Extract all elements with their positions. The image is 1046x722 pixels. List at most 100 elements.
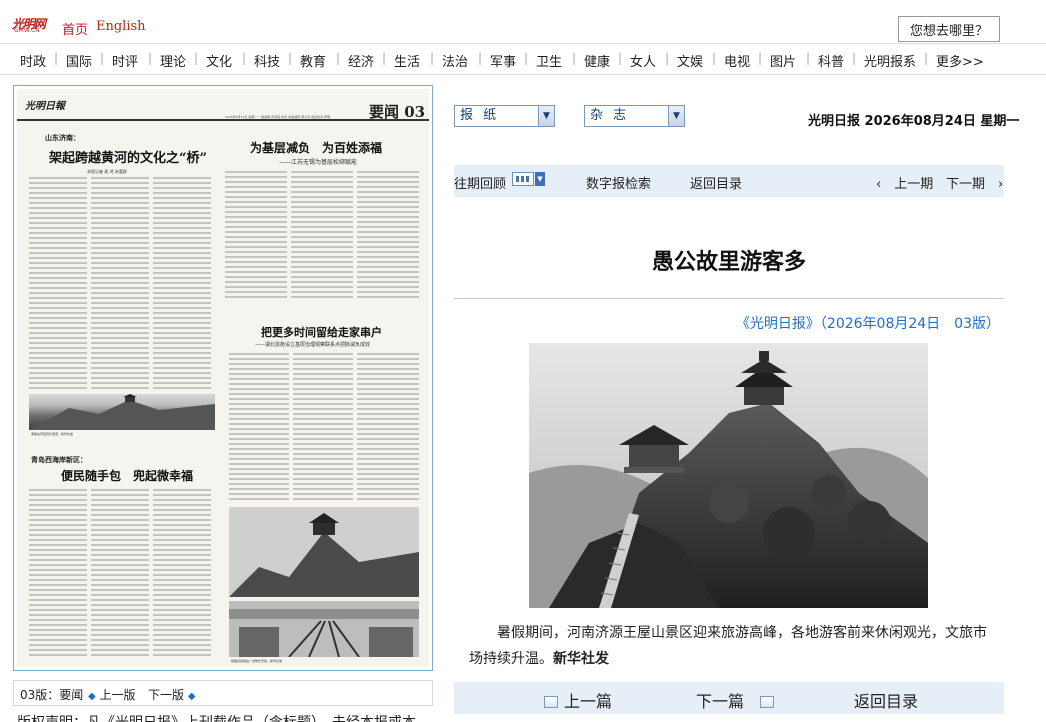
prev-issue-link[interactable]: ‹ 上一期 [876, 173, 933, 192]
nav-separator: | [100, 51, 105, 65]
logo-sub: GMW.CN [14, 27, 40, 34]
nav-item[interactable]: 生活 [394, 51, 420, 70]
story3-text-col3 [357, 353, 419, 503]
copyright-notice: 版权声明：凡《光明日报》上刊载作品（含标题），未经本报或本 [17, 712, 416, 722]
article-title: 愚公故里游客多 [651, 250, 806, 275]
chevron-down-icon: ▼ [538, 106, 554, 126]
nav-separator: | [54, 51, 59, 65]
site-logo[interactable]: 光明网 GMW.CN [12, 15, 56, 35]
site-search-box[interactable]: 您想去哪里？ [898, 16, 1000, 42]
issue-toolbar: 往期回顾 ▼ 数字报检索 返回目录 ‹ 上一期 下一期 › [454, 165, 1004, 197]
story3-title[interactable]: 把更多时间留给走家串户 [261, 324, 382, 340]
next-page-link[interactable]: 下一版 ◆ [148, 686, 196, 703]
story1-kicker: 山东济南： [45, 134, 80, 142]
paper-search-link[interactable]: 数字报检索 [586, 173, 651, 192]
prev-article-label: 上一篇 [564, 692, 613, 711]
newspaper-select[interactable]: 报 纸 ▼ [454, 105, 555, 127]
nav-item[interactable]: 教育 [300, 51, 326, 70]
story2-title[interactable]: 为基层减负 为百姓添福 [250, 139, 382, 156]
nav-item[interactable]: 国际 [66, 51, 92, 70]
nav-separator: | [524, 51, 529, 65]
article-photo[interactable] [529, 343, 928, 608]
nav-item[interactable]: 科技 [254, 51, 280, 70]
nav-separator: | [924, 51, 929, 65]
nav-item[interactable]: 卫生 [536, 51, 562, 70]
story4-text-col2 [91, 489, 149, 659]
bottom-toc-link[interactable]: 返回目录 [854, 688, 918, 712]
story2-text-col2 [291, 171, 353, 301]
triangle-left-icon: ◆ [88, 691, 96, 702]
nav-separator: | [665, 51, 670, 65]
article-body: 暑假期间，河南济源王屋山景区迎来旅游高峰，各地游客前来休闲观光，文旅市场持续升温… [469, 620, 999, 672]
next-issue-link[interactable]: 下一期 › [946, 173, 1003, 192]
story4-kicker: 青岛西海岸新区： [31, 456, 87, 464]
nav-separator: | [194, 51, 199, 65]
nav-item[interactable]: 健康 [584, 51, 610, 70]
story1-text-col3 [153, 177, 211, 389]
paper-photo-pavilion[interactable] [229, 507, 419, 597]
current-page-label: 03版：要闻 [20, 688, 84, 702]
toc-link[interactable]: 返回目录 [690, 173, 742, 192]
nav-separator: | [336, 51, 341, 65]
paper-photo-mountain[interactable] [29, 394, 215, 430]
back-issues-link[interactable]: 往期回顾 [454, 173, 506, 192]
story1-title[interactable]: 架起跨越黄河的文化之“桥” [49, 147, 207, 166]
paper-photo-railway[interactable] [229, 601, 419, 657]
nav-item[interactable]: 电视 [724, 51, 750, 70]
english-link[interactable]: English [96, 19, 146, 34]
nav-item[interactable]: 时评 [112, 51, 138, 70]
nav-item[interactable]: 法治 [442, 51, 468, 70]
chevron-down-icon: ▼ [668, 106, 684, 126]
prev-article-link[interactable]: 上一篇 [544, 688, 612, 712]
magazine-select[interactable]: 杂 志 ▼ [584, 105, 685, 127]
paper-masthead: 光明日報 [25, 101, 65, 112]
triangle-right-icon: ◆ [187, 691, 196, 702]
article-source[interactable]: 《光明日报》（2026年08月24日 03版） [620, 313, 1000, 333]
nav-separator: | [288, 51, 293, 65]
nav-item[interactable]: 更多>> [936, 51, 984, 70]
story4-text-col3 [153, 489, 211, 659]
article-bottom-nav: 上一篇 下一篇 返回目录 [454, 682, 1004, 714]
nav-separator: | [430, 51, 435, 65]
page-navigation-bar: 03版：要闻 ◆ 上一版 下一版 ◆ [13, 680, 433, 706]
nav-item[interactable]: 文娱 [677, 51, 703, 70]
calendar-icon[interactable] [512, 172, 534, 186]
nav-item[interactable]: 军事 [490, 51, 516, 70]
prev-page-link[interactable]: ◆ 上一版 [88, 686, 136, 703]
story4-title[interactable]: 便民随手包 兜起微幸福 [61, 467, 193, 484]
nav-item[interactable]: 科普 [818, 51, 844, 70]
nav-separator: | [618, 51, 623, 65]
main-nav: 时政 | 国际 | 时评 | 理论 | 文化 | 科技 | 教育 | 经济 | 生活 | 法治 | 军事 | 卫生 | 健康 | 女… [0, 43, 1046, 75]
chevron-left-icon: ‹ [876, 177, 882, 192]
article-credit: 新华社发 [553, 651, 609, 667]
paper-section-label: 要闻 03 [369, 103, 426, 121]
nav-item[interactable]: 光明报系 [864, 51, 916, 70]
prev-issue-label: 上一期 [894, 177, 934, 192]
paper-date-line: 2026年8月24日 星期一 一版编辑 周海燕 校对 本版编辑 黄小燕 责任校对… [225, 115, 330, 119]
next-article-link[interactable]: 下一篇 [696, 688, 780, 712]
calendar-dropdown-icon[interactable]: ▼ [535, 172, 545, 186]
issue-date: 光明日报 2026年08月24日 星期一 [808, 114, 1020, 129]
nav-item[interactable]: 理论 [160, 51, 186, 70]
story4-text-col1 [29, 489, 87, 659]
nav-item[interactable]: 时政 [20, 51, 46, 70]
newspaper-page-image[interactable]: 光明日報 2026年8月24日 星期一 一版编辑 周海燕 校对 本版编辑 黄小燕… [17, 89, 429, 667]
story2-subtitle: ——江苏无锡为基层松绑赋能 [279, 159, 358, 166]
nav-item[interactable]: 经济 [348, 51, 374, 70]
nav-item[interactable]: 女人 [630, 51, 656, 70]
nav-separator: | [148, 51, 153, 65]
story2-text-col1 [225, 171, 287, 301]
next-article-icon [760, 696, 775, 708]
top-bar: 光明网 GMW.CN 首页 English 您想去哪里？ [0, 0, 1046, 43]
article-body-text: 暑假期间，河南济源王屋山景区迎来旅游高峰，各地游客前来休闲观光，文旅市场持续升温… [469, 625, 987, 667]
nav-separator: | [806, 51, 811, 65]
nav-item[interactable]: 图片 [770, 51, 796, 70]
story3-text-col2 [293, 353, 353, 503]
story1-byline: 本报记者 高 鸿 宋喜群 [87, 169, 127, 174]
nav-separator: | [852, 51, 857, 65]
nav-item[interactable]: 文化 [206, 51, 232, 70]
nav-separator: | [758, 51, 763, 65]
next-article-label: 下一篇 [696, 692, 745, 711]
home-link[interactable]: 首页 [62, 19, 88, 38]
prev-article-icon [544, 696, 558, 708]
